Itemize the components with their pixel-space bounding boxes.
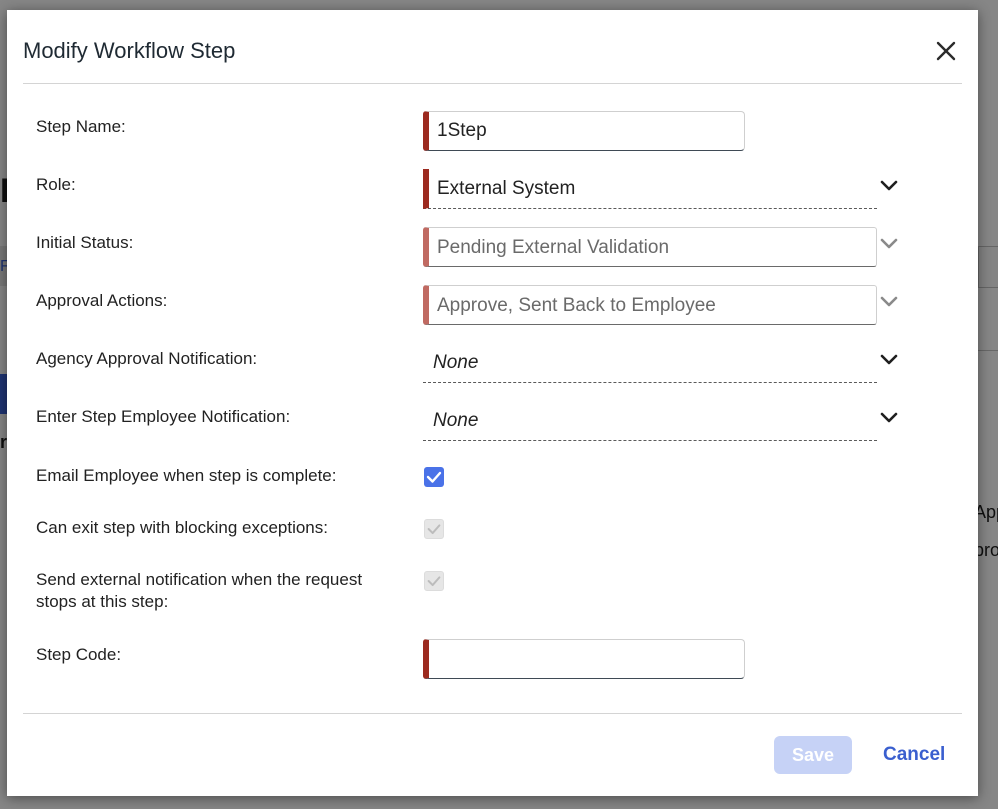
agency-notification-label: Agency Approval Notification: xyxy=(36,349,258,368)
chevron-down-icon[interactable] xyxy=(877,348,901,372)
step-name-input[interactable] xyxy=(423,111,745,151)
check-icon xyxy=(427,576,441,587)
chevron-down-icon xyxy=(880,296,898,307)
email-employee-label: Email Employee when step is complete: xyxy=(36,466,337,485)
exit-blocking-label: Can exit step with blocking exceptions: xyxy=(36,518,328,537)
save-button[interactable]: Save xyxy=(774,736,852,774)
dialog-title: Modify Workflow Step xyxy=(23,38,236,63)
check-icon xyxy=(426,471,442,483)
initial-status-select: Pending External Validation xyxy=(423,227,877,267)
approval-actions-label: Approval Actions: xyxy=(36,291,168,310)
chevron-down-icon[interactable] xyxy=(877,406,901,430)
external-notification-checkbox xyxy=(424,571,444,591)
check-icon xyxy=(427,524,441,535)
step-name-label: Step Name: xyxy=(36,117,126,136)
approval-actions-select: Approve, Sent Back to Employee xyxy=(423,285,877,325)
agency-notification-select[interactable]: None xyxy=(423,343,877,383)
chevron-down-icon xyxy=(880,238,898,249)
initial-status-label: Initial Status: xyxy=(36,233,134,252)
step-code-label: Step Code: xyxy=(36,645,122,664)
enter-step-notification-select[interactable]: None xyxy=(423,401,877,441)
chevron-down-icon[interactable] xyxy=(877,174,901,198)
role-label: Role: xyxy=(36,175,76,194)
step-code-input[interactable] xyxy=(423,639,745,679)
enter-step-notification-value: None xyxy=(433,410,479,431)
approval-actions-value: Approve, Sent Back to Employee xyxy=(437,295,716,316)
close-icon xyxy=(936,41,956,61)
cancel-button[interactable]: Cancel xyxy=(875,736,953,774)
footer-divider xyxy=(23,713,962,714)
initial-status-value: Pending External Validation xyxy=(437,237,670,258)
close-button[interactable] xyxy=(932,37,960,65)
exit-blocking-checkbox xyxy=(424,519,444,539)
email-employee-checkbox[interactable] xyxy=(424,467,444,487)
role-value: External System xyxy=(437,178,576,199)
agency-notification-value: None xyxy=(433,352,479,373)
external-notification-label: Send external notification when the requ… xyxy=(36,570,363,611)
modify-workflow-step-dialog: Modify Workflow Step Step Name: Role: Ex… xyxy=(7,10,978,796)
enter-step-notification-label: Enter Step Employee Notification: xyxy=(36,407,291,426)
role-select[interactable]: External System xyxy=(423,169,877,209)
header-divider xyxy=(23,83,962,84)
